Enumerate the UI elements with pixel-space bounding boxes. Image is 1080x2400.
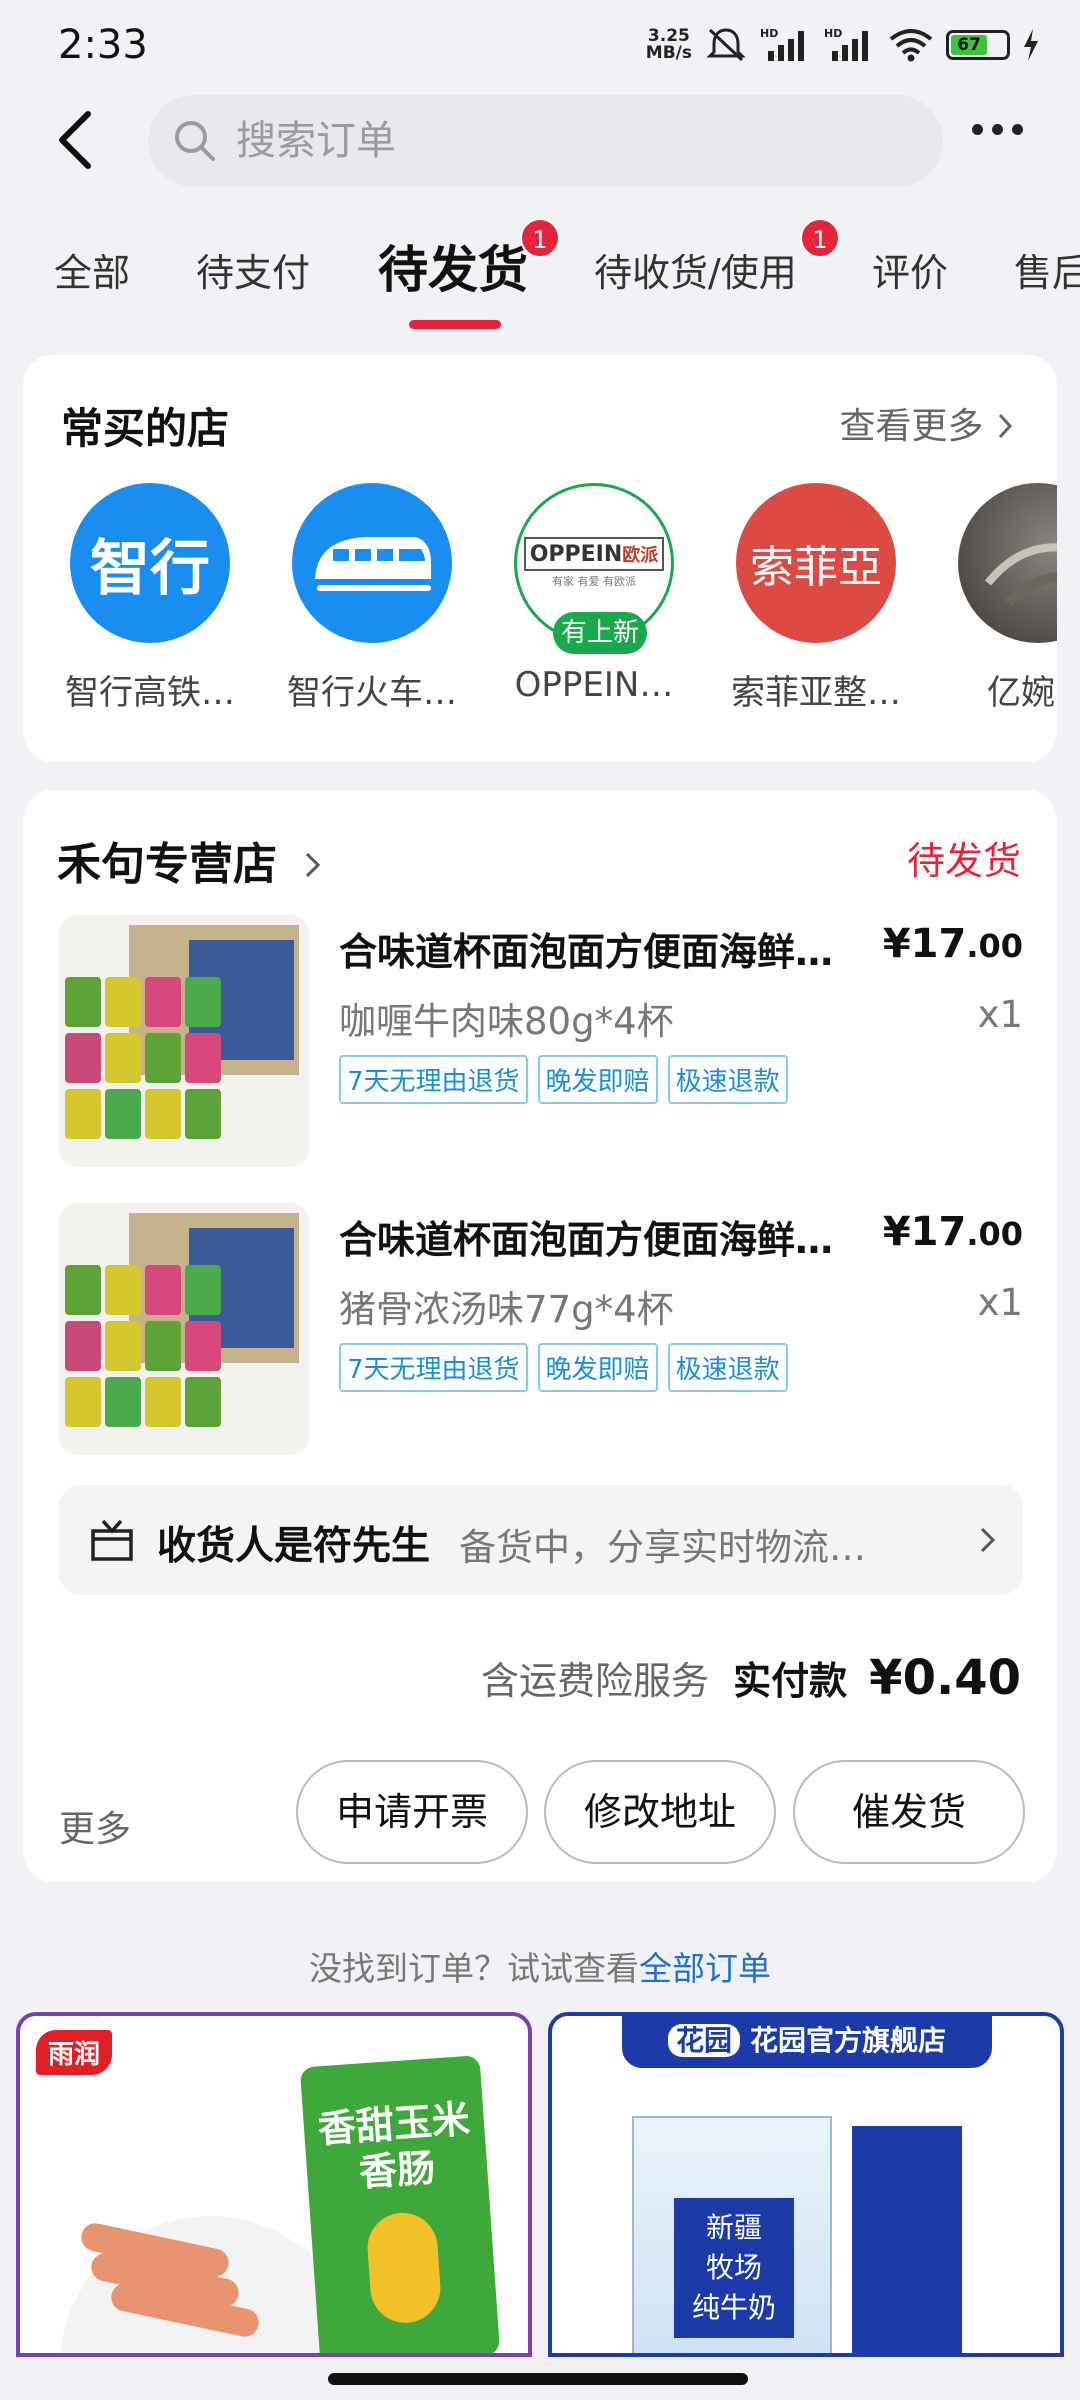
store-name: 索菲亚整… xyxy=(731,673,901,713)
promo-card[interactable]: 雨润 香甜玉米 香肠 xyxy=(16,2012,532,2357)
tab-pending-shipment[interactable]: 待发货 xyxy=(378,230,528,302)
store-name: 智行高铁… xyxy=(65,673,235,713)
service-tag: 极速退款 xyxy=(667,1055,788,1104)
product-image xyxy=(59,1203,309,1455)
product-package: 香甜玉米 香肠 xyxy=(299,2055,501,2353)
product-title: 合味道杯面泡面方便面海鲜… xyxy=(339,930,834,974)
tab-pending-payment[interactable]: 待支付 xyxy=(196,242,310,297)
service-tag: 极速退款 xyxy=(667,1343,788,1392)
signal-icon: HD xyxy=(760,27,804,61)
service-tag: 7天无理由退货 xyxy=(339,1343,528,1392)
tab-all[interactable]: 全部 xyxy=(54,242,130,297)
wifi-icon xyxy=(889,29,933,62)
service-tags: 7天无理由退货 晚发即赔 极速退款 xyxy=(339,1343,788,1392)
store-name: 智行火车… xyxy=(287,673,457,713)
store-name: 亿婉… xyxy=(987,673,1057,713)
signal-icon: HD xyxy=(824,27,868,61)
store-item[interactable]: 智行 智行高铁… xyxy=(55,483,245,714)
chevron-right-icon xyxy=(306,852,321,878)
search-icon xyxy=(175,121,215,161)
new-arrival-badge: 有上新 xyxy=(553,612,647,654)
product-title: 合味道杯面泡面方便面海鲜… xyxy=(339,1218,834,1262)
store-item[interactable]: OPPEIN欧派 有家 有爱 有欧派 有上新 OPPEIN… xyxy=(499,483,689,705)
oppein-logo-icon: OPPEIN欧派 有家 有爱 有欧派 有上新 xyxy=(514,483,674,654)
product-image xyxy=(59,915,309,1167)
paid-label: 实付款 xyxy=(733,1659,848,1703)
product-price: ¥17.00 xyxy=(882,921,1023,967)
product-spec: 咖喱牛肉味80g*4杯 xyxy=(339,1000,674,1043)
order-status: 待发货 xyxy=(906,839,1021,883)
urge-shipment-button[interactable]: 催发货 xyxy=(793,1760,1025,1864)
order-card: 禾句专营店 待发货 合味道杯面泡面方便面海鲜… ¥17.00 咖喱牛肉味80g*… xyxy=(23,790,1057,1882)
milk-box: 新疆 牧场 纯牛奶 xyxy=(632,2116,832,2353)
sofia-logo-icon: 索菲亞 xyxy=(736,483,896,643)
tab-badge: 1 xyxy=(800,218,840,258)
store-item[interactable]: 索菲亞 索菲亚整… xyxy=(721,483,911,714)
chevron-right-icon xyxy=(980,1527,996,1553)
zhixing-logo-icon: 智行 xyxy=(70,483,230,643)
battery-level: 67 xyxy=(951,35,988,55)
receiver-name: 收货人是符先生 xyxy=(157,1524,431,1569)
change-address-button[interactable]: 修改地址 xyxy=(544,1760,776,1864)
order-not-found-hint: 没找到订单？试试查看全部订单 xyxy=(309,1949,771,1988)
store-photo-icon xyxy=(958,483,1057,643)
chevron-right-icon xyxy=(998,413,1013,439)
status-bar: 2:33 3.25 MB/s HD HD 67 xyxy=(0,0,1080,90)
product-spec: 猪骨浓汤味77g*4杯 xyxy=(339,1288,674,1331)
product-quantity: x1 xyxy=(977,1281,1023,1324)
network-speed: 3.25 MB/s xyxy=(645,26,692,63)
active-tab-indicator xyxy=(409,320,501,329)
train-icon xyxy=(315,537,431,591)
search-input[interactable] xyxy=(236,118,886,164)
receiver-info-bar[interactable]: 收货人是符先生 备货中，分享实时物流… xyxy=(59,1485,1023,1595)
home-indicator[interactable] xyxy=(328,2373,748,2385)
store-banner: 花园 花园官方旗舰店 xyxy=(622,2016,992,2068)
product-price: ¥17.00 xyxy=(882,1209,1023,1255)
see-more-link[interactable]: 查看更多 xyxy=(840,397,1015,449)
more-actions-button[interactable]: 更多 xyxy=(59,1800,131,1852)
order-tabs: 全部 待支付 待发货 1 待收货/使用 1 评价 售后 xyxy=(0,218,1080,330)
store-name: OPPEIN… xyxy=(514,665,674,705)
insurance-note: 含运费险服务 xyxy=(480,1659,709,1703)
frequent-stores-card: 常买的店 查看更多 智行 智行高铁… 智行火车… OPPEIN欧派 有家 有爱 … xyxy=(23,355,1057,762)
order-item[interactable]: 合味道杯面泡面方便面海鲜… ¥17.00 猪骨浓汤味77g*4杯 x1 7天无理… xyxy=(59,1203,1023,1458)
all-orders-link[interactable]: 全部订单 xyxy=(639,1949,771,1988)
status-icons: 3.25 MB/s HD HD 67 xyxy=(646,26,1040,64)
clock: 2:33 xyxy=(58,22,148,68)
order-item[interactable]: 合味道杯面泡面方便面海鲜… ¥17.00 咖喱牛肉味80g*4杯 x1 7天无理… xyxy=(59,915,1023,1170)
store-item[interactable]: 智行火车… xyxy=(277,483,467,714)
shop-name-link[interactable]: 禾句专营店 xyxy=(57,828,324,892)
payment-summary: 含运费险服务 实付款 ¥0.40 xyxy=(481,1650,1021,1706)
svg-text:HD: HD xyxy=(760,27,778,40)
mute-icon xyxy=(706,28,746,62)
service-tag: 晚发即赔 xyxy=(537,1343,658,1392)
request-invoice-button[interactable]: 申请开票 xyxy=(296,1760,528,1864)
train-logo-icon xyxy=(292,483,452,643)
product-quantity: x1 xyxy=(977,993,1023,1036)
service-tag: 晚发即赔 xyxy=(537,1055,658,1104)
svg-text:HD: HD xyxy=(824,27,842,40)
gift-box-icon xyxy=(91,1519,133,1561)
tab-badge: 1 xyxy=(520,218,560,258)
store-item[interactable]: 亿婉… xyxy=(943,483,1057,714)
tab-after-sales[interactable]: 售后 xyxy=(1014,242,1080,297)
tab-pending-receipt[interactable]: 待收货/使用 xyxy=(594,242,797,297)
back-button[interactable] xyxy=(52,108,100,172)
milk-carton xyxy=(852,2126,962,2353)
search-bar[interactable] xyxy=(148,95,943,187)
battery-icon: 67 xyxy=(946,30,1010,60)
shipping-status-hint: 备货中，分享实时物流… xyxy=(459,1526,866,1569)
promo-card[interactable]: 花园 花园官方旗舰店 新疆 牧场 纯牛奶 xyxy=(548,2012,1064,2357)
service-tags: 7天无理由退货 晚发即赔 极速退款 xyxy=(339,1055,788,1104)
charging-icon xyxy=(1024,29,1038,61)
chevron-left-icon xyxy=(59,111,91,169)
service-tag: 7天无理由退货 xyxy=(339,1055,528,1104)
brand-logo: 雨润 xyxy=(36,2030,113,2075)
paid-amount: ¥0.40 xyxy=(869,1650,1021,1706)
tab-review[interactable]: 评价 xyxy=(872,242,948,297)
more-options-icon[interactable] xyxy=(972,124,1023,135)
section-title: 常买的店 xyxy=(61,404,230,453)
sausage-image xyxy=(81,2223,259,2337)
